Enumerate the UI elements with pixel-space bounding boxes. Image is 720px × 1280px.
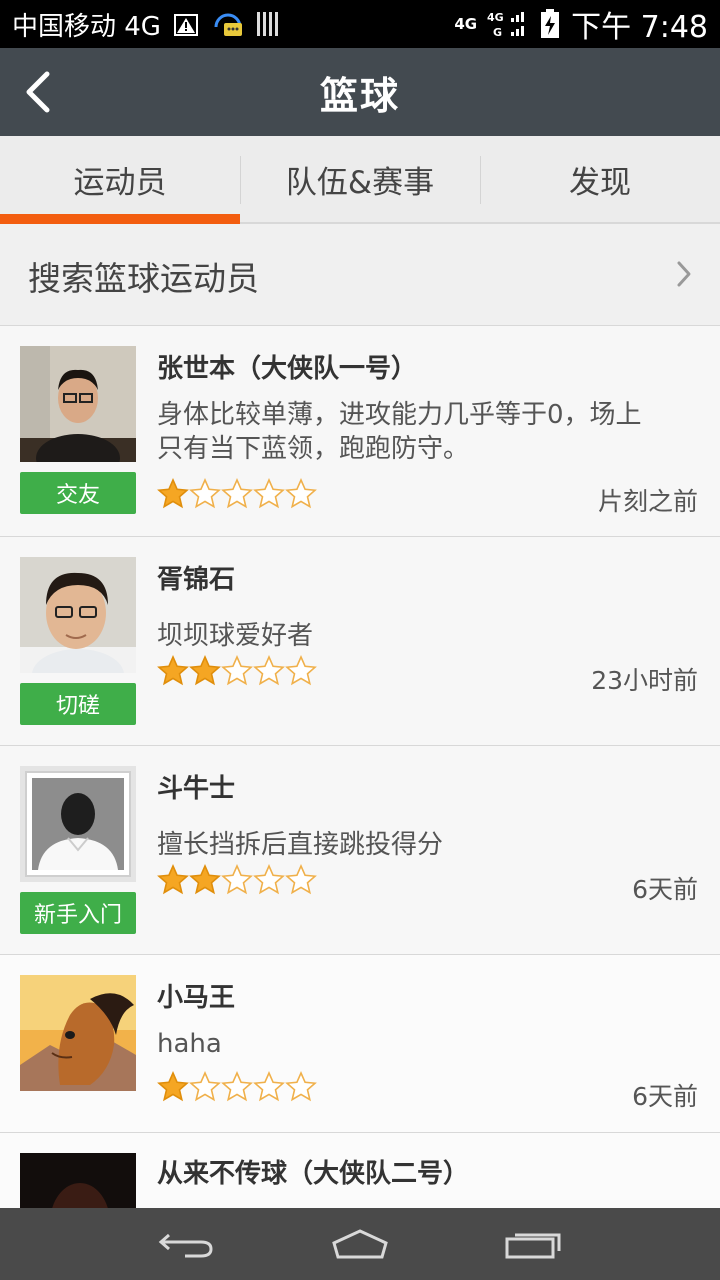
list-item[interactable]: 交友 张世本（大侠队一号） 身体比较单薄，进攻能力几乎等于0，场上 只有当下蓝领… bbox=[0, 326, 720, 537]
star-empty-icon bbox=[285, 1071, 317, 1102]
chat-app-icon bbox=[211, 9, 245, 39]
recents-icon bbox=[505, 1233, 561, 1259]
barcode-icon bbox=[255, 9, 283, 39]
nav-recents-button[interactable] bbox=[493, 1219, 573, 1269]
status-bar: 中国移动 4G 4G 4G G 下午 7:48 bbox=[0, 0, 720, 48]
home-icon bbox=[332, 1229, 388, 1259]
rating-stars bbox=[157, 864, 317, 896]
tab-bar: 运动员 队伍&赛事 发现 bbox=[0, 136, 720, 224]
avatar bbox=[20, 346, 136, 462]
nav-home-button[interactable] bbox=[320, 1219, 400, 1269]
star-empty-icon bbox=[285, 478, 317, 509]
star-empty-icon bbox=[221, 478, 253, 509]
app-bar: 篮球 bbox=[0, 48, 720, 136]
rating-stars bbox=[157, 478, 317, 510]
rating-stars bbox=[157, 655, 317, 687]
star-empty-icon bbox=[189, 1071, 221, 1102]
system-nav-bar bbox=[0, 1208, 720, 1280]
search-athletes-row[interactable]: 搜索篮球运动员 bbox=[0, 226, 720, 326]
player-description: haha bbox=[157, 1029, 222, 1059]
player-name: 小马王 bbox=[157, 983, 236, 1013]
star-empty-icon bbox=[221, 1071, 253, 1102]
star-empty-icon bbox=[285, 655, 317, 686]
star-filled-icon bbox=[189, 864, 221, 895]
chevron-left-icon bbox=[26, 71, 50, 113]
tab-teams-events[interactable]: 队伍&赛事 bbox=[240, 136, 480, 222]
list-item[interactable]: 新手入门 斗牛士 擅长挡拆后直接跳投得分 6天前 bbox=[0, 746, 720, 955]
list-item[interactable]: 从来不传球（大侠队二号） bbox=[0, 1133, 720, 1208]
nav-back-button[interactable] bbox=[147, 1219, 227, 1269]
star-empty-icon bbox=[253, 478, 285, 509]
avatar bbox=[20, 1153, 136, 1208]
athlete-list: 交友 张世本（大侠队一号） 身体比较单薄，进攻能力几乎等于0，场上 只有当下蓝领… bbox=[0, 326, 720, 1208]
warning-icon bbox=[171, 9, 201, 39]
list-item[interactable]: 切磋 胥锦石 坝坝球爱好者 23小时前 bbox=[0, 537, 720, 746]
back-arrow-icon bbox=[158, 1233, 213, 1258]
tab-athletes[interactable]: 运动员 bbox=[0, 136, 240, 224]
star-filled-icon bbox=[157, 1071, 189, 1102]
player-name: 斗牛士 bbox=[157, 774, 236, 804]
player-name: 从来不传球（大侠队二号） bbox=[157, 1159, 470, 1189]
avatar bbox=[20, 975, 136, 1091]
signal-icon: 4G G bbox=[487, 9, 529, 39]
back-button[interactable] bbox=[14, 66, 62, 118]
post-time: 6天前 bbox=[632, 875, 698, 904]
post-time: 23小时前 bbox=[591, 666, 698, 695]
star-filled-icon bbox=[157, 655, 189, 686]
list-item[interactable]: 小马王 haha 6天前 bbox=[0, 955, 720, 1133]
player-name: 张世本（大侠队一号） bbox=[157, 354, 418, 384]
star-empty-icon bbox=[253, 655, 285, 686]
post-time: 6天前 bbox=[632, 1082, 698, 1111]
star-empty-icon bbox=[285, 864, 317, 895]
status-badge: 新手入门 bbox=[20, 892, 136, 934]
star-filled-icon bbox=[157, 864, 189, 895]
chevron-right-icon bbox=[676, 260, 692, 292]
status-badge: 交友 bbox=[20, 472, 136, 514]
svg-text:G: G bbox=[493, 26, 502, 39]
tab-discover[interactable]: 发现 bbox=[480, 136, 720, 222]
post-time: 片刻之前 bbox=[597, 487, 698, 516]
avatar bbox=[20, 766, 136, 882]
carrier-label: 中国移动 4G bbox=[12, 11, 161, 42]
player-name: 胥锦石 bbox=[157, 565, 236, 595]
avatar bbox=[20, 557, 136, 673]
rating-stars bbox=[157, 1071, 317, 1103]
network-type-label: 4G bbox=[454, 15, 478, 33]
clock: 下午 7:48 bbox=[571, 10, 708, 45]
player-description: 擅长挡拆后直接跳投得分 bbox=[157, 830, 444, 860]
search-athletes-label: 搜索篮球运动员 bbox=[28, 258, 259, 298]
star-empty-icon bbox=[253, 1071, 285, 1102]
battery-charging-icon bbox=[539, 9, 561, 39]
player-description: 身体比较单薄，进攻能力几乎等于0，场上 只有当下蓝领，跑跑防守。 bbox=[157, 400, 642, 464]
star-empty-icon bbox=[253, 864, 285, 895]
star-empty-icon bbox=[189, 478, 221, 509]
player-description: 坝坝球爱好者 bbox=[157, 621, 314, 651]
status-badge: 切磋 bbox=[20, 683, 136, 725]
star-empty-icon bbox=[221, 864, 253, 895]
svg-text:4G: 4G bbox=[487, 11, 504, 24]
page-title: 篮球 bbox=[319, 73, 400, 118]
star-filled-icon bbox=[157, 478, 189, 509]
star-filled-icon bbox=[189, 655, 221, 686]
star-empty-icon bbox=[221, 655, 253, 686]
